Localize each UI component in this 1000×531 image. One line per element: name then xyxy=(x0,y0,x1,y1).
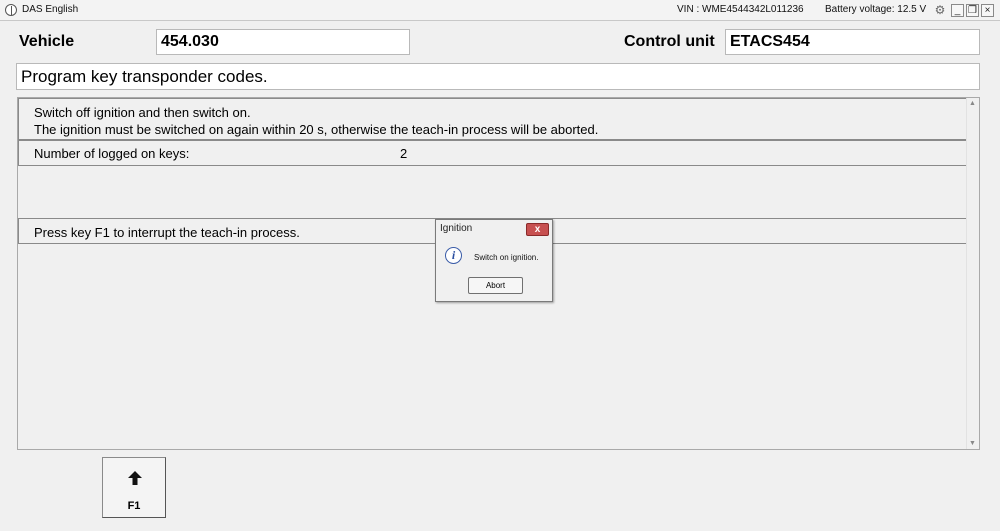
vertical-scrollbar[interactable]: ▲ ▼ xyxy=(966,98,979,449)
abort-button[interactable]: Abort xyxy=(468,277,523,294)
info-icon: i xyxy=(445,247,462,264)
f1-label: F1 xyxy=(127,500,141,512)
title-bar: DAS English VIN : WME4544342L011236 Batt… xyxy=(0,0,1000,21)
minimize-button[interactable]: _ xyxy=(951,4,964,17)
battery-voltage: Battery voltage: 12.5 V xyxy=(825,4,927,15)
vin-readout: VIN : WME4544342L011236 xyxy=(677,4,804,15)
gear-icon[interactable]: ⚙ xyxy=(933,3,947,17)
instruction-message: Switch off ignition and then switch on. … xyxy=(18,98,969,140)
logged-keys-value: 2 xyxy=(400,146,408,161)
control-unit-label: Control unit xyxy=(624,33,715,50)
f1-button[interactable]: F1 xyxy=(102,457,166,518)
mercedes-star-icon xyxy=(5,4,17,16)
close-button[interactable]: × xyxy=(981,4,994,17)
dialog-close-button[interactable]: x xyxy=(526,223,549,236)
control-unit-field: ETACS454 xyxy=(725,29,980,55)
scroll-up-icon[interactable]: ▲ xyxy=(969,100,976,107)
app-title: DAS English xyxy=(22,4,79,15)
instruction-line-2: The ignition must be switched on again w… xyxy=(34,122,599,137)
procedure-description: Program key transponder codes. xyxy=(16,63,980,90)
ignition-dialog: Ignition x i Switch on ignition. Abort xyxy=(435,219,553,302)
logged-keys-row: Number of logged on keys: 2 xyxy=(18,140,969,166)
vehicle-field: 454.030 xyxy=(156,29,410,55)
logged-keys-label: Number of logged on keys: xyxy=(34,146,190,161)
restore-button[interactable]: ❐ xyxy=(966,4,979,17)
dialog-message: Switch on ignition. xyxy=(474,253,539,262)
dialog-title: Ignition xyxy=(440,223,473,234)
vehicle-label: Vehicle xyxy=(19,33,75,50)
instruction-line-1: Switch off ignition and then switch on. xyxy=(34,105,251,120)
up-arrow-icon xyxy=(128,471,142,485)
scroll-down-icon[interactable]: ▼ xyxy=(969,440,976,447)
